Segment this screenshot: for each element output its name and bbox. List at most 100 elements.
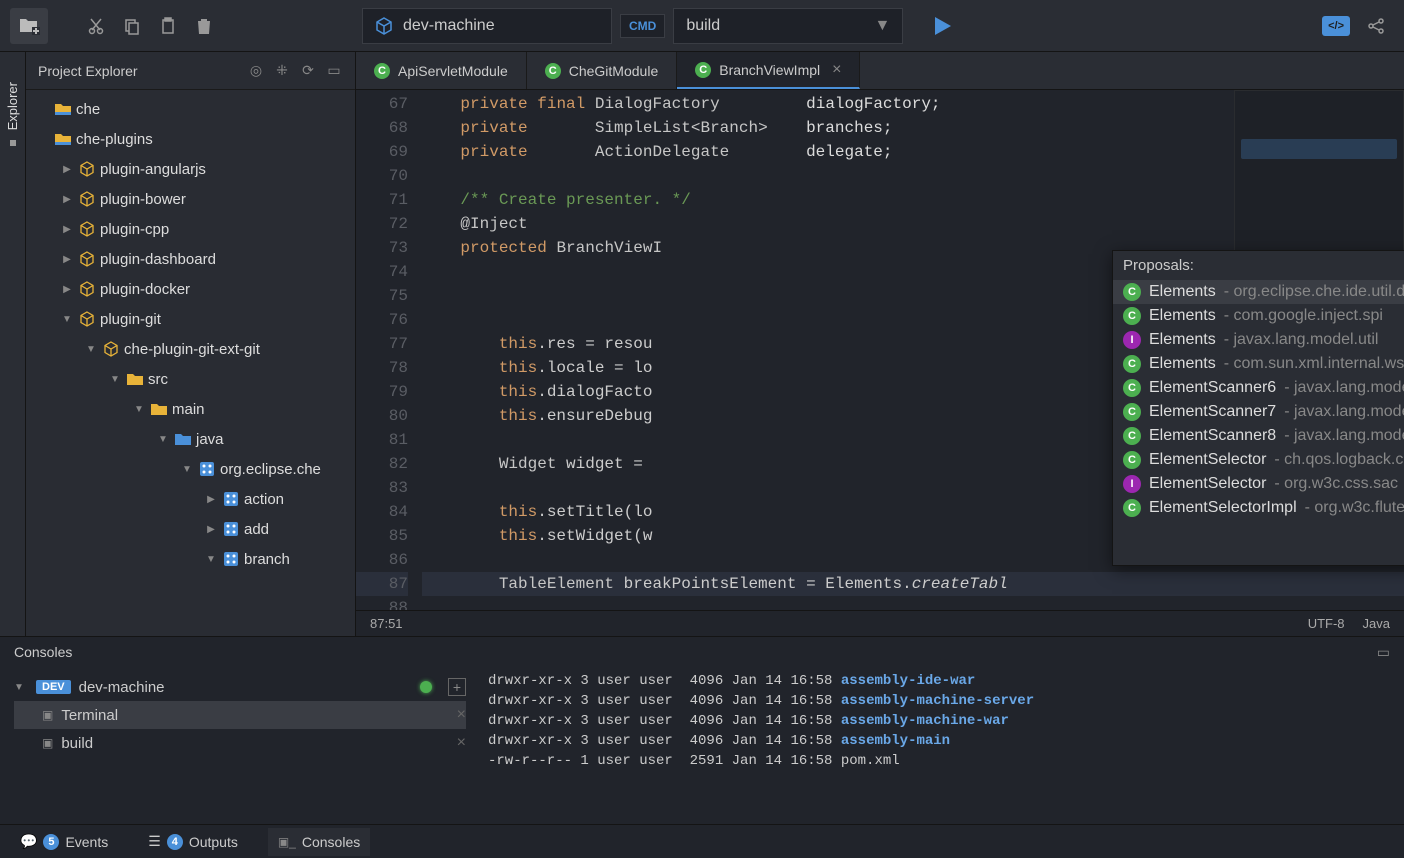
cut-button[interactable]: [78, 8, 114, 44]
package-icon: [198, 460, 216, 478]
tree-item[interactable]: ▼main: [26, 394, 355, 424]
proposals-title: Proposals:: [1113, 251, 1404, 280]
chevron-icon: ▼: [204, 554, 218, 565]
add-console-button[interactable]: +: [448, 678, 466, 696]
proposals-list[interactable]: CElements - org.eclipse.che.ide.util.dom…: [1113, 280, 1404, 520]
tree-item[interactable]: ▼src: [26, 364, 355, 394]
tree-item-label: plugin-cpp: [100, 221, 169, 238]
consoles-body: ▼ DEV dev-machine + ▣Terminal×▣build× dr…: [0, 667, 1404, 824]
console-item[interactable]: ▣build×: [14, 729, 466, 757]
console-machine-row[interactable]: ▼ DEV dev-machine +: [14, 673, 466, 701]
new-resource-button[interactable]: [10, 8, 48, 44]
tree-item[interactable]: ▼java: [26, 424, 355, 454]
machine-selector[interactable]: dev-machine: [362, 8, 612, 44]
proposal-item[interactable]: IElementSelector - org.w3c.css.sac: [1113, 472, 1404, 496]
console-machine-label: dev-machine: [79, 679, 165, 696]
chevron-icon: ▶: [60, 254, 74, 265]
consoles-label: Consoles: [302, 834, 360, 850]
editor-tab[interactable]: CApiServletModule: [356, 52, 527, 89]
console-tree[interactable]: ▼ DEV dev-machine + ▣Terminal×▣build×: [0, 667, 480, 824]
module-icon: [78, 220, 96, 238]
tree-item[interactable]: ▶plugin-docker: [26, 274, 355, 304]
tree-item-label: che-plugin-git-ext-git: [124, 341, 260, 358]
tree-item-label: branch: [244, 551, 290, 568]
command-value: build: [686, 17, 720, 35]
tab-events[interactable]: 💬 5 Events: [10, 827, 118, 856]
run-button[interactable]: [931, 15, 953, 37]
minimize-icon[interactable]: ▭: [325, 62, 343, 80]
tree-item[interactable]: ▼che-plugin-git-ext-git: [26, 334, 355, 364]
editor-tab[interactable]: CCheGitModule: [527, 52, 678, 89]
type-icon: C: [1123, 499, 1141, 517]
proposal-item[interactable]: CElements - org.eclipse.che.ide.util.dom: [1113, 280, 1404, 304]
share-button[interactable]: [1358, 8, 1394, 44]
class-icon: C: [374, 63, 390, 79]
chevron-icon: ▶: [60, 194, 74, 205]
tree-item[interactable]: ▶plugin-angularjs: [26, 154, 355, 184]
language-label[interactable]: Java: [1363, 616, 1390, 631]
package-icon: [222, 490, 240, 508]
tree-item[interactable]: ▼ org.eclipse.che: [26, 454, 355, 484]
type-icon: I: [1123, 475, 1141, 493]
chevron-icon: ▼: [180, 464, 194, 475]
tree-item[interactable]: ▶plugin-bower: [26, 184, 355, 214]
delete-button[interactable]: [186, 8, 222, 44]
tree-item[interactable]: ▶add: [26, 514, 355, 544]
encoding-label[interactable]: UTF-8: [1308, 616, 1345, 631]
locate-icon[interactable]: ◎: [247, 62, 265, 80]
collapse-icon[interactable]: ⁜: [273, 62, 291, 80]
proposal-package: - org.eclipse.che.ide.util.dom: [1224, 283, 1404, 301]
console-item[interactable]: ▣Terminal×: [14, 701, 466, 729]
code-view-toggle[interactable]: </>: [1322, 16, 1350, 36]
tab-consoles[interactable]: ▣_ Consoles: [268, 828, 370, 856]
console-item-label: Terminal: [61, 707, 118, 724]
proposal-item[interactable]: CElementSelector - ch.qos.logback.core.j…: [1113, 448, 1404, 472]
tree-item[interactable]: che: [26, 94, 355, 124]
refresh-icon[interactable]: ⟳: [299, 62, 317, 80]
tab-outputs[interactable]: ☰ 4 Outputs: [138, 827, 248, 856]
chevron-icon: ▶: [60, 164, 74, 175]
type-icon: C: [1123, 379, 1141, 397]
tree-item[interactable]: che-plugins: [26, 124, 355, 154]
close-icon[interactable]: ×: [457, 734, 466, 752]
minimize-icon[interactable]: ▭: [1377, 644, 1390, 661]
chevron-down-icon: ▼: [874, 17, 890, 35]
tree-item-label: org.eclipse.che: [220, 461, 321, 478]
proposal-item[interactable]: CElementSelectorImpl - org.w3c.flute.par…: [1113, 496, 1404, 520]
tree-item[interactable]: ▶plugin-cpp: [26, 214, 355, 244]
proposal-item[interactable]: CElementScanner8 - javax.lang.model.util: [1113, 424, 1404, 448]
tree-item-label: che: [76, 101, 100, 118]
tree-item-label: che-plugins: [76, 131, 153, 148]
tree-item[interactable]: ▼ branch: [26, 544, 355, 574]
minimap[interactable]: [1234, 90, 1404, 260]
tree-item[interactable]: ▶action: [26, 484, 355, 514]
console-output[interactable]: drwxr-xr-x 3 user user 4096 Jan 14 16:58…: [480, 667, 1404, 824]
dev-badge: DEV: [36, 680, 71, 694]
paste-button[interactable]: [150, 8, 186, 44]
proposals-popup: Proposals: CElements - org.eclipse.che.i…: [1112, 250, 1404, 566]
tree-item-label: src: [148, 371, 168, 388]
folder-y-icon: [150, 400, 168, 418]
package-icon: [222, 550, 240, 568]
tree-item-label: plugin-git: [100, 311, 161, 328]
project-tree[interactable]: che che-plugins ▶plugin-angularjs▶plugin-b…: [26, 90, 355, 636]
tree-item-label: add: [244, 521, 269, 538]
topbar: dev-machine CMD build ▼ </>: [0, 0, 1404, 52]
copy-button[interactable]: [114, 8, 150, 44]
editor-statusbar: 87:51 UTF-8 Java: [356, 610, 1404, 636]
tree-item[interactable]: ▼plugin-git: [26, 304, 355, 334]
command-selector[interactable]: build ▼: [673, 8, 903, 44]
proposal-item[interactable]: CElementScanner6 - javax.lang.model.util: [1113, 376, 1404, 400]
close-icon[interactable]: ×: [457, 706, 466, 724]
proposal-item[interactable]: CElements - com.google.inject.spi: [1113, 304, 1404, 328]
project-icon: [54, 100, 72, 118]
side-tab-explorer[interactable]: Explorer: [0, 52, 26, 636]
proposal-item[interactable]: IElements - javax.lang.model.util: [1113, 328, 1404, 352]
minimap-highlight: [1241, 139, 1397, 159]
tree-item[interactable]: ▶plugin-dashboard: [26, 244, 355, 274]
editor-tab[interactable]: CBranchViewImpl×: [677, 52, 860, 89]
close-icon[interactable]: ×: [832, 61, 841, 79]
proposal-name: ElementScanner6: [1149, 379, 1276, 397]
proposal-item[interactable]: CElements - com.sun.xml.internal.ws.deve…: [1113, 352, 1404, 376]
proposal-item[interactable]: CElementScanner7 - javax.lang.model.util: [1113, 400, 1404, 424]
